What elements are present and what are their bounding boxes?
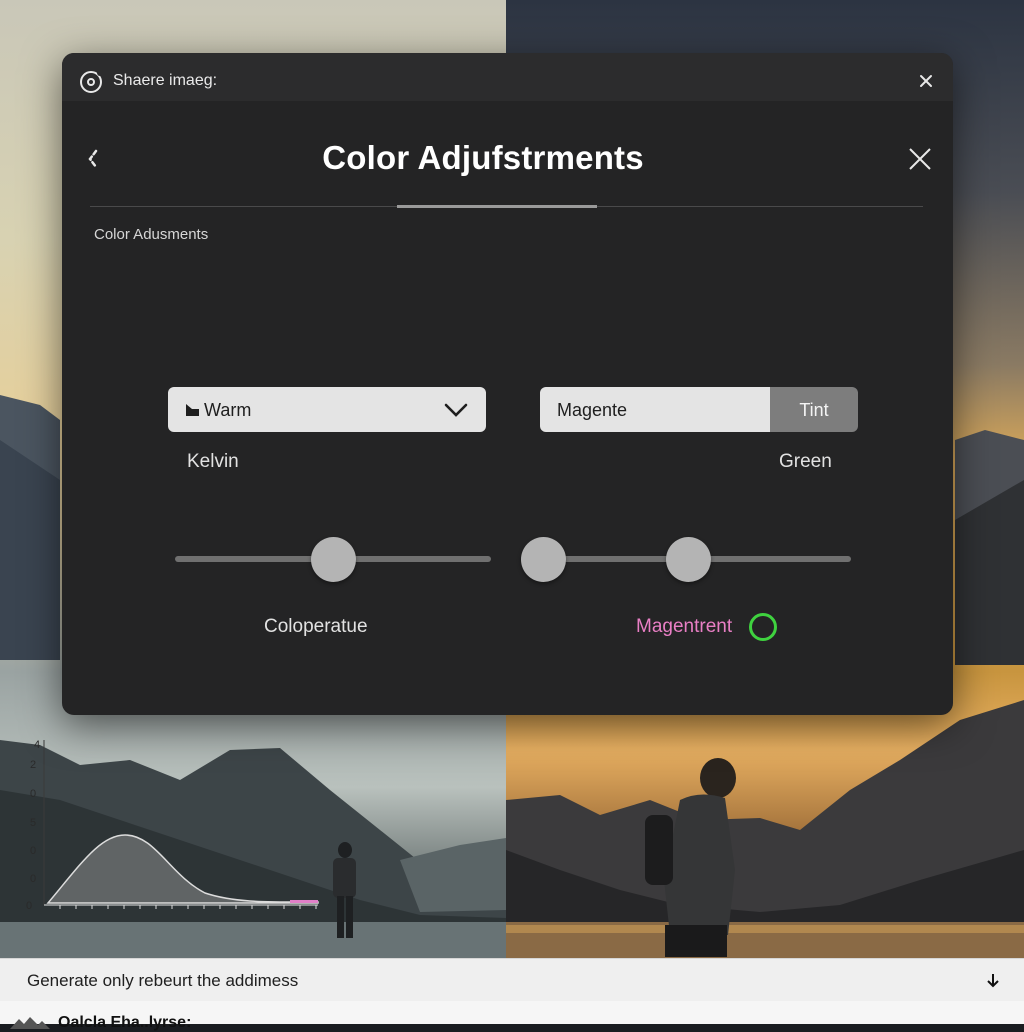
download-arrow-icon[interactable] <box>985 972 1001 990</box>
bottom-prompt-text: Generate only rebeurt the addimess <box>27 971 299 990</box>
histogram-y-tick: 0 <box>30 873 36 885</box>
status-ring-icon[interactable] <box>749 613 777 641</box>
window-titlebar: Shaere imaeg: <box>62 53 953 101</box>
temperature-label: Coloperatue <box>264 616 368 637</box>
histogram-y-tick: 0 <box>30 788 36 800</box>
histogram-y-tick: 4 <box>34 739 40 751</box>
warm-select[interactable]: Warm <box>168 387 486 432</box>
chevron-down-icon <box>444 403 468 417</box>
share-app-icon <box>80 70 103 93</box>
histogram-y-tick: 5 <box>30 817 36 829</box>
histogram-chart: 4 2 0 5 0 0 0 <box>26 739 319 912</box>
segment-tint[interactable]: Tint <box>770 387 858 432</box>
kelvin-label: Kelvin <box>187 451 239 472</box>
histogram-y-tick: 0 <box>30 845 36 857</box>
histogram-curve <box>46 834 319 904</box>
tab-indicator <box>397 205 597 208</box>
histogram-x-ticks <box>59 905 317 909</box>
tint-segmented-control: Magente Tint <box>540 387 858 432</box>
tint-slider-thumb-low[interactable] <box>521 537 566 582</box>
warm-select-value: Warm <box>204 400 252 420</box>
histogram-y-tick: 0 <box>26 900 32 912</box>
footer-strip: Oalcla Eha..lyrse: <box>0 1001 1024 1031</box>
window-close-icon[interactable] <box>918 73 934 89</box>
temperature-slider-thumb[interactable] <box>311 537 356 582</box>
color-adjustments-dialog: Shaere imaeg: Color Adjufstrments Color … <box>62 53 953 715</box>
dialog-title: Color Adjufstrments <box>322 139 644 176</box>
green-label: Green <box>779 451 832 472</box>
mountain-logo-icon <box>10 1017 50 1029</box>
histogram-y-tick: 2 <box>30 759 36 771</box>
bottom-prompt-bar: Generate only rebeurt the addimess <box>0 958 1024 1002</box>
flag-icon <box>186 404 199 416</box>
close-icon[interactable] <box>908 147 932 171</box>
histogram-highlight <box>290 900 318 903</box>
segment-magente[interactable]: Magente <box>540 387 770 432</box>
window-title: Shaere imaeg: <box>113 72 218 89</box>
tint-slider-thumb-high[interactable] <box>666 537 711 582</box>
footer-text: Oalcla Eha..lyrse: <box>58 1014 192 1031</box>
section-label: Color Adusments <box>94 226 209 243</box>
magentrent-label: Magentrent <box>636 616 733 637</box>
